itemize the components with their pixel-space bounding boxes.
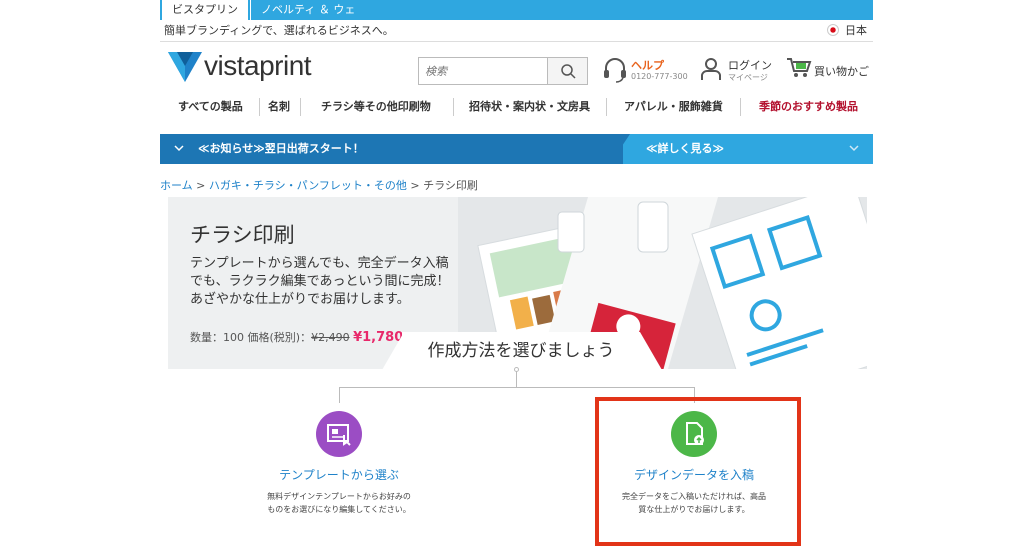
cart-link[interactable]: 買い物かご <box>786 57 869 83</box>
mypage-label: マイページ <box>728 73 768 82</box>
choose-method-heading: 作成方法を選びましょう <box>402 332 640 372</box>
logo-mark-icon <box>168 52 202 82</box>
logo-text: vistaprint <box>204 50 312 81</box>
cart-icon <box>787 58 812 77</box>
help-phone: 0120-777-300 <box>631 72 688 81</box>
tagline: 簡単ブランディングで、選ばれるビジネスへ。 <box>164 24 394 37</box>
help-link[interactable]: ヘルプ 0120-777-300 <box>603 57 688 87</box>
page-title: チラシ印刷 <box>190 223 295 247</box>
nav-divider <box>740 98 741 116</box>
hero-description: テンプレートから選んでも、完全データ入稿 でも、ラクラク編集であっという間に完成… <box>190 255 449 309</box>
nav-apparel[interactable]: アパレル・服飾雑貨 <box>624 98 723 116</box>
breadcrumb: ホーム > ハガキ・チラシ・パンフレット・その他 > チラシ印刷 <box>160 177 478 193</box>
search-input[interactable] <box>419 58 547 84</box>
language-selector[interactable]: 日本 <box>827 20 867 42</box>
hero-description-line: でも、ラクラク編集であっという間に完成！ <box>190 274 450 289</box>
breadcrumb-home[interactable]: ホーム <box>160 179 193 192</box>
hero-description-line: あざやかな仕上がりでお届けします。 <box>190 292 410 307</box>
search-icon <box>561 64 576 79</box>
help-label: ヘルプ <box>631 59 664 72</box>
template-option-icon[interactable] <box>316 411 362 457</box>
price-info: 数量：100 価格(税別)：¥2,490 ¥1,780 <box>190 329 403 345</box>
main-nav: すべての製品 名刺 チラシ等その他印刷物 招待状・案内状・文房具 アパレル・服飾… <box>160 98 873 118</box>
price-label: 数量：100 価格(税別)： <box>190 331 312 344</box>
connector-line <box>516 371 517 387</box>
announcement-bar[interactable]: ≪お知らせ≫翌日出荷スタート！ ≪詳しく見る≫ <box>160 134 873 164</box>
template-option-description: 無料デザインテンプレートからお好みの ものをお選びになり編集してください。 <box>239 490 439 516</box>
nav-all-products[interactable]: すべての製品 <box>178 98 243 116</box>
japan-flag-icon <box>827 24 839 36</box>
breadcrumb-current: チラシ印刷 <box>423 179 478 192</box>
user-icon <box>701 58 721 80</box>
nav-invitations[interactable]: 招待状・案内状・文房具 <box>469 98 590 116</box>
nav-divider <box>259 98 260 116</box>
nav-divider <box>606 98 607 116</box>
language-label: 日本 <box>845 24 867 37</box>
site-tab-bar: ビスタプリント ノベルティ ＆ ウェア <box>160 0 873 36</box>
announcement-text: ≪お知らせ≫翌日出荷スタート！ <box>198 142 364 155</box>
nav-divider <box>300 98 301 116</box>
headset-icon <box>604 58 626 83</box>
search-button[interactable] <box>547 58 587 84</box>
nav-flyers[interactable]: チラシ等その他印刷物 <box>321 98 431 116</box>
template-option-title[interactable]: テンプレートから選ぶ <box>269 466 409 483</box>
chevron-down-icon <box>174 145 184 152</box>
breadcrumb-separator: > <box>406 179 424 192</box>
nav-business-cards[interactable]: 名刺 <box>268 98 290 116</box>
login-link[interactable]: ログイン マイページ <box>700 57 772 85</box>
breadcrumb-parent[interactable]: ハガキ・チラシ・パンフレット・その他 <box>209 179 407 192</box>
announcement-more-link[interactable]: ≪詳しく見る≫ <box>646 134 724 164</box>
heading-tab-right <box>640 332 662 370</box>
chevron-down-icon[interactable] <box>849 144 859 152</box>
announcement-divider <box>610 134 630 164</box>
template-card-icon <box>327 424 351 446</box>
login-label: ログイン <box>728 59 772 72</box>
nav-divider <box>453 98 454 116</box>
heading-tab-left <box>382 332 404 370</box>
original-price: ¥2,490 <box>311 331 350 344</box>
option-description-line: ものをお選びになり編集してください。 <box>267 505 411 514</box>
tagline-bar: 簡単ブランディングで、選ばれるビジネスへ。 日本 <box>160 20 873 42</box>
nav-seasonal[interactable]: 季節のおすすめ製品 <box>759 98 858 116</box>
breadcrumb-separator: > <box>192 179 209 192</box>
hero-description-line: テンプレートから選んでも、完全データ入稿 <box>190 256 449 271</box>
tab-vistaprint[interactable]: ビスタプリント <box>162 0 248 36</box>
option-description-line: 無料デザインテンプレートからお好みの <box>267 492 411 501</box>
upload-option-highlight-box <box>595 397 801 546</box>
connector-dot <box>514 367 519 372</box>
connector-line <box>339 387 340 403</box>
connector-line <box>339 387 695 388</box>
tab-novelty-wear[interactable]: ノベルティ ＆ ウェア <box>250 0 370 36</box>
cart-label: 買い物かご <box>814 65 869 78</box>
search-box <box>418 57 588 85</box>
